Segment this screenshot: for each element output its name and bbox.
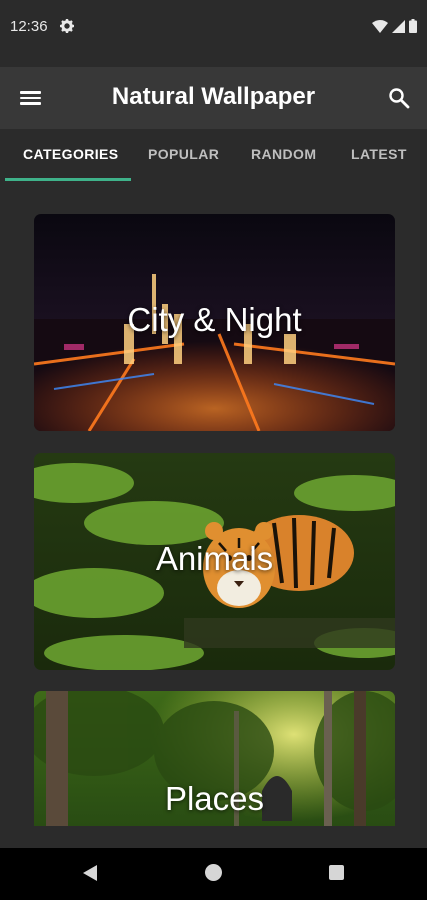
system-nav-bar bbox=[0, 848, 427, 900]
battery-icon bbox=[409, 19, 417, 33]
status-icons bbox=[372, 19, 417, 33]
animals-image bbox=[34, 453, 395, 670]
status-time: 12:36 bbox=[10, 18, 48, 35]
tab-random[interactable]: RANDOM bbox=[251, 146, 316, 162]
home-icon[interactable] bbox=[205, 864, 222, 881]
back-icon[interactable] bbox=[82, 864, 98, 887]
app-bar: Natural Wallpaper bbox=[0, 67, 427, 129]
tab-latest[interactable]: LATEST bbox=[351, 146, 407, 162]
gear-icon bbox=[60, 19, 74, 38]
status-bar: 12:36 bbox=[0, 0, 427, 56]
category-list: City & Night Animals Places bbox=[0, 183, 427, 826]
category-card-city-night[interactable]: City & Night bbox=[34, 214, 395, 431]
hamburger-menu-icon[interactable] bbox=[20, 88, 42, 108]
tab-bar: CATEGORIES POPULAR RANDOM LATEST bbox=[0, 130, 427, 182]
category-card-animals[interactable]: Animals bbox=[34, 453, 395, 670]
signal-icon bbox=[392, 19, 405, 33]
tab-popular[interactable]: POPULAR bbox=[148, 146, 219, 162]
app-title: Natural Wallpaper bbox=[111, 83, 316, 110]
city-night-image bbox=[34, 214, 395, 431]
category-card-places[interactable]: Places bbox=[34, 691, 395, 826]
tab-indicator bbox=[5, 178, 131, 181]
search-icon[interactable] bbox=[387, 86, 413, 112]
wifi-icon bbox=[372, 19, 388, 33]
recents-icon[interactable] bbox=[329, 865, 344, 880]
places-image bbox=[34, 691, 395, 826]
tab-categories[interactable]: CATEGORIES bbox=[23, 146, 119, 162]
